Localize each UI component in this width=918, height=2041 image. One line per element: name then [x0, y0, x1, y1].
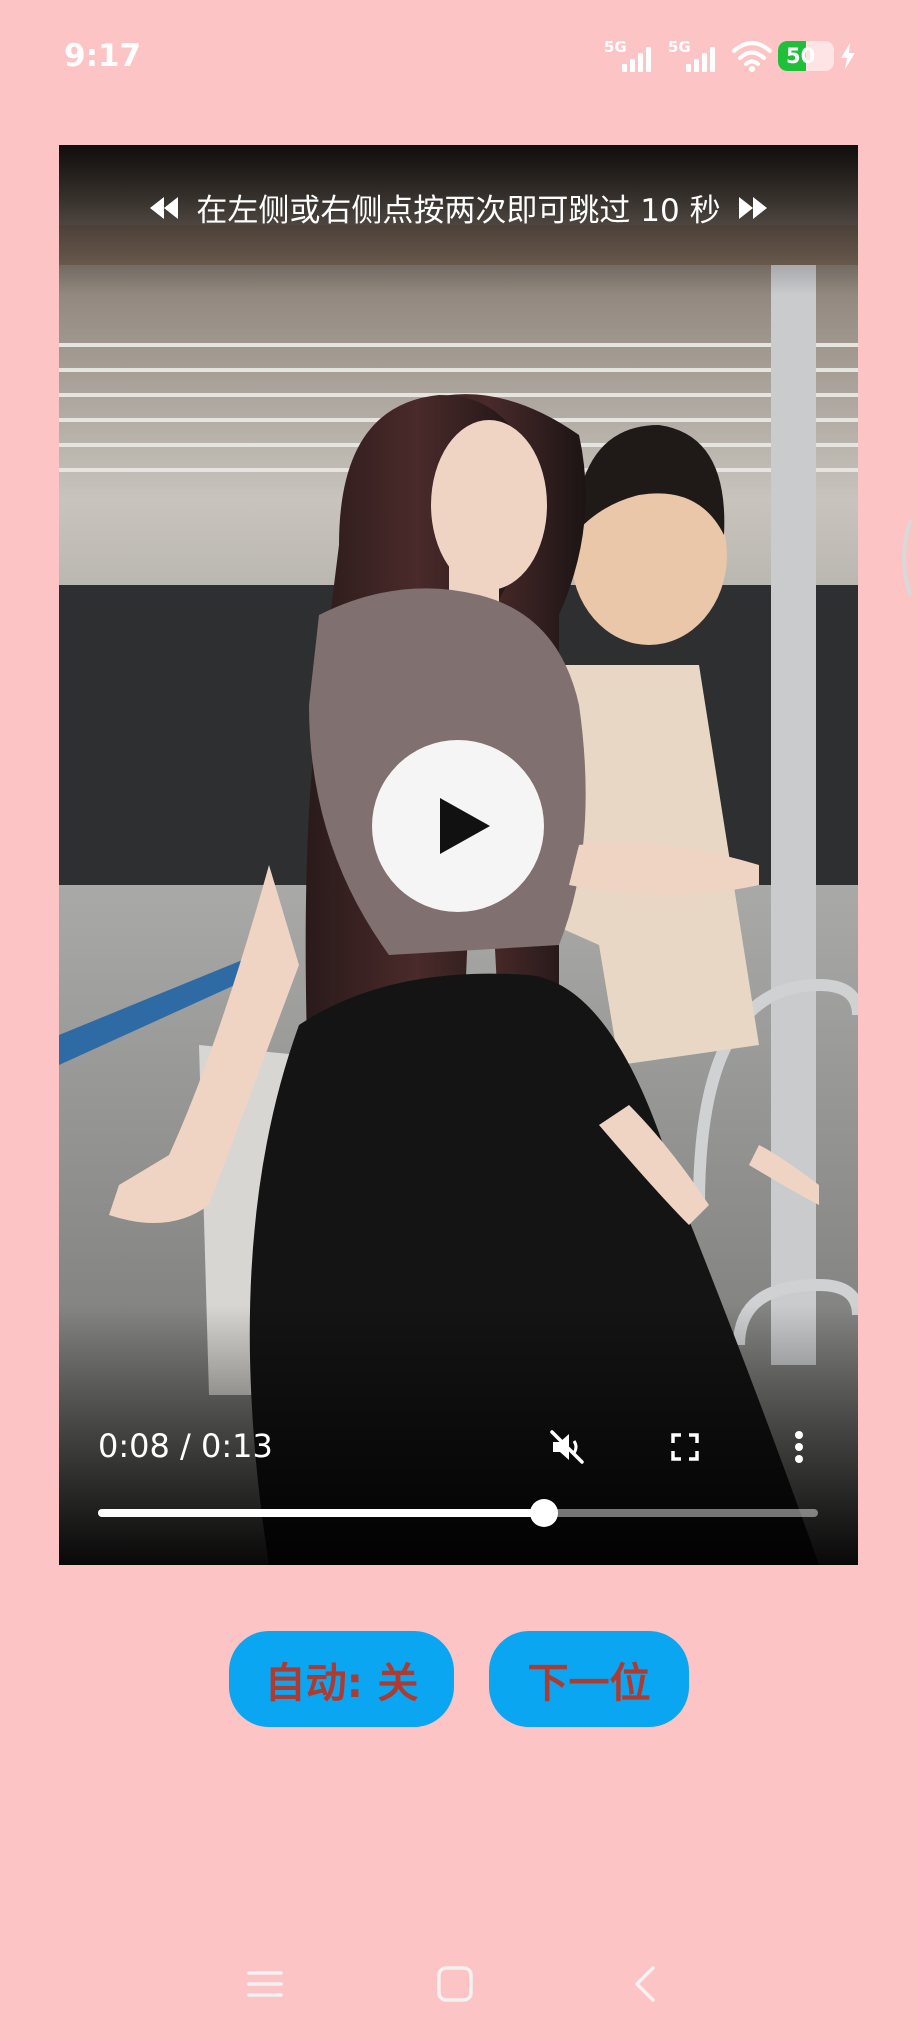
home-square-icon: [437, 1966, 473, 2002]
duration: 0:13: [200, 1427, 273, 1465]
time-display: 0:08 / 0:13: [98, 1427, 273, 1465]
progress-fill: [98, 1509, 545, 1517]
cell-signal-icon-1: 5G: [604, 38, 662, 74]
forward-arrows-icon: [738, 196, 767, 219]
video-player[interactable]: 在左侧或右侧点按两次即可跳过 10 秒 0:08 / 0:13: [59, 145, 858, 1565]
more-options-button[interactable]: [779, 1427, 819, 1467]
edge-handle-icon[interactable]: [894, 518, 914, 598]
progress-bar[interactable]: [98, 1499, 818, 1527]
mute-button[interactable]: [547, 1427, 587, 1467]
time-separator: /: [169, 1427, 201, 1465]
fullscreen-button[interactable]: [665, 1427, 705, 1467]
navigation-bar: [0, 1950, 918, 2020]
cell-signal-icon-2: 5G: [668, 38, 726, 74]
rewind-arrows-icon: [150, 196, 179, 219]
fullscreen-icon: [671, 1433, 699, 1461]
battery-icon: 50: [778, 41, 834, 71]
menu-icon: [247, 1971, 283, 1997]
status-bar: 9:17 5G 5G 50: [0, 0, 918, 116]
wifi-icon: [732, 41, 772, 72]
next-button[interactable]: 下一位: [489, 1631, 689, 1727]
status-icons: 5G 5G 50: [604, 38, 856, 74]
more-vertical-icon: [795, 1431, 803, 1463]
play-button[interactable]: [372, 740, 544, 912]
status-time: 9:17: [64, 38, 142, 74]
skip-hint: 在左侧或右侧点按两次即可跳过 10 秒: [59, 185, 858, 230]
skip-hint-text: 在左侧或右侧点按两次即可跳过 10 秒: [196, 193, 721, 229]
nav-back-button[interactable]: [625, 1962, 669, 2006]
nav-home-button[interactable]: [433, 1962, 477, 2006]
back-chevron-icon: [635, 1966, 655, 2002]
auto-toggle-button[interactable]: 自动: 关: [229, 1631, 454, 1727]
muted-speaker-icon: [550, 1430, 584, 1464]
bolt-icon: [841, 43, 855, 69]
play-icon: [440, 798, 490, 854]
nav-menu-button[interactable]: [243, 1962, 287, 2006]
current-time: 0:08: [98, 1427, 170, 1465]
battery-level: 50: [786, 44, 816, 68]
